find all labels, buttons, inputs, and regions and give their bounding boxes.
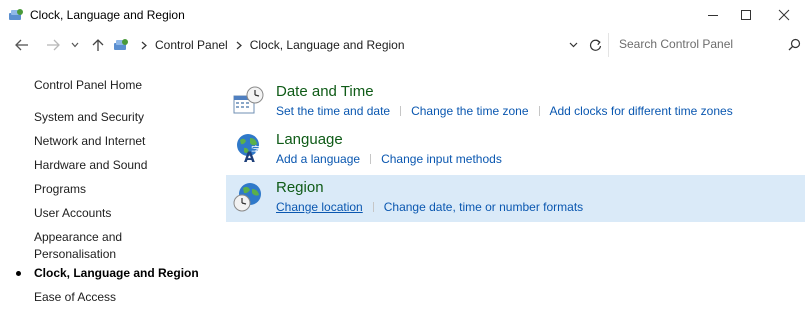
chevron-right-icon[interactable] [236,41,242,50]
title-bar: Clock, Language and Region [0,0,805,30]
category-region[interactable]: Region Change location Change date, time… [226,175,805,222]
change-time-zone-link[interactable]: Change the time zone [411,104,528,118]
region-globe-clock-icon [233,183,261,212]
breadcrumb-clock-language-region[interactable]: Clock, Language and Region [250,38,405,52]
category-language: A 字 Language Add a language Change input… [226,128,805,172]
maximize-icon [741,10,751,20]
language-links: Add a language Change input methods [276,152,502,166]
address-history-dropdown[interactable] [563,35,583,55]
minimize-button[interactable] [695,4,731,26]
current-item-bullet [16,271,21,276]
change-formats-link[interactable]: Change date, time or number formats [384,200,583,214]
close-button[interactable] [766,4,802,26]
change-location-link[interactable]: Change location [276,200,363,214]
breadcrumb-control-panel[interactable]: Control Panel [155,38,228,52]
control-panel-breadcrumb-icon [114,39,128,50]
calendar-clock-icon [233,86,264,114]
svg-text:字: 字 [251,144,261,157]
sidebar-item-network-internet[interactable]: Network and Internet [34,133,209,150]
chevron-right-icon[interactable] [141,41,147,50]
chevron-down-icon [569,42,577,48]
recent-locations-button[interactable] [68,35,82,55]
arrow-up-icon [92,39,104,51]
refresh-button[interactable] [585,35,605,55]
set-time-date-link[interactable]: Set the time and date [276,104,390,118]
search-input[interactable] [619,35,779,53]
arrow-right-icon [47,39,60,51]
date-time-links: Set the time and date Change the time zo… [276,104,733,118]
link-divider [400,106,402,116]
search-icon[interactable] [788,38,801,51]
up-button[interactable] [88,35,108,55]
refresh-icon [589,39,601,51]
breadcrumb: Control Panel Clock, Language and Region [113,35,405,55]
sidebar-control-panel-home[interactable]: Control Panel Home [34,77,209,94]
link-divider [538,106,540,116]
sidebar-item-ease-of-access[interactable]: Ease of Access [34,289,209,306]
link-divider [372,202,374,212]
sidebar-item-appearance[interactable]: Appearance and Personalisation [34,229,139,263]
sidebar-item-hardware-sound[interactable]: Hardware and Sound [34,157,209,174]
add-language-link[interactable]: Add a language [276,152,360,166]
link-divider [370,154,372,164]
region-links: Change location Change date, time or num… [276,200,583,214]
maximize-button[interactable] [728,4,764,26]
sidebar-item-programs[interactable]: Programs [34,181,209,198]
add-clocks-link[interactable]: Add clocks for different time zones [550,104,733,118]
sidebar-item-user-accounts[interactable]: User Accounts [34,205,134,222]
back-button[interactable] [12,35,32,55]
search-box[interactable] [608,33,805,57]
sidebar-item-system-security[interactable]: System and Security [34,109,209,126]
category-date-time: Date and Time Set the time and date Chan… [226,80,805,124]
region-title[interactable]: Region [276,179,324,196]
change-input-methods-link[interactable]: Change input methods [381,152,502,166]
forward-button[interactable] [43,35,63,55]
date-time-title[interactable]: Date and Time [276,83,374,100]
minimize-icon [708,15,718,16]
close-icon [778,9,790,21]
sidebar-item-clock-language-region[interactable]: Clock, Language and Region [34,265,209,282]
control-panel-app-icon [9,9,23,20]
address-bar: Control Panel Clock, Language and Region [0,33,805,57]
language-title[interactable]: Language [276,131,343,148]
chevron-down-icon [71,42,79,48]
arrow-left-icon [15,39,28,51]
window-title: Clock, Language and Region [30,8,185,22]
language-globe-icon: A 字 [237,134,261,164]
